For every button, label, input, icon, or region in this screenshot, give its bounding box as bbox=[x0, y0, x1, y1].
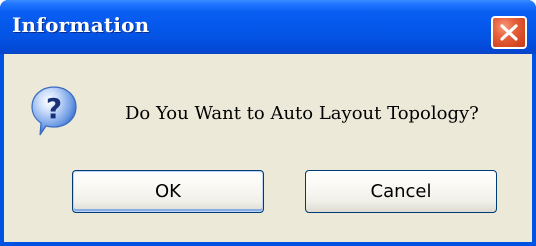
ok-button[interactable]: OK bbox=[72, 170, 264, 213]
dialog-body: ? Do You Want to Auto Layout Topology? O… bbox=[4, 54, 532, 242]
cancel-button[interactable]: Cancel bbox=[305, 170, 497, 213]
dialog-window: Information ? Do You Want to Auto Layout… bbox=[0, 0, 536, 246]
question-icon: ? bbox=[30, 85, 78, 137]
window-title: Information bbox=[12, 13, 150, 37]
window-border-left bbox=[0, 54, 4, 246]
close-button[interactable] bbox=[491, 16, 527, 49]
window-border-right bbox=[532, 54, 536, 246]
question-glyph: ? bbox=[46, 92, 62, 125]
window-border-bottom bbox=[0, 242, 536, 246]
dialog-message: Do You Want to Auto Layout Topology? bbox=[125, 103, 479, 124]
close-icon bbox=[500, 24, 518, 41]
title-bar[interactable]: Information bbox=[0, 0, 536, 54]
